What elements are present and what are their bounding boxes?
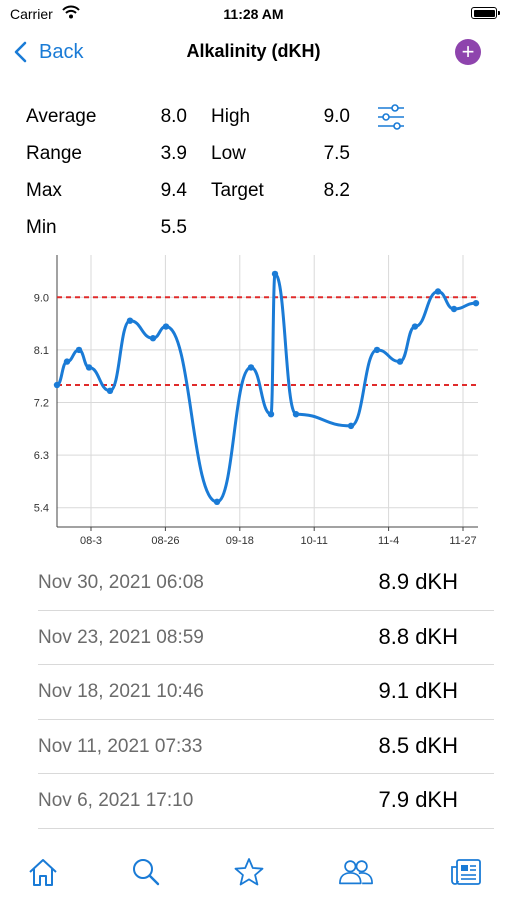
high-label: High (211, 106, 251, 127)
entry-date: Nov 18, 2021 10:46 (38, 681, 204, 702)
data-point (347, 422, 355, 430)
x-tick-label: 08-26 (151, 535, 179, 547)
status-time: 11:28 AM (223, 6, 284, 22)
page-title: Alkalinity (dKH) (186, 41, 321, 61)
add-button[interactable]: + (455, 39, 481, 65)
people-icon (339, 860, 373, 885)
y-tick-label: 8.1 (34, 345, 49, 357)
list-item[interactable]: Nov 23, 2021 08:59 8.8 dKH (38, 611, 494, 665)
tab-news[interactable] (448, 854, 484, 890)
data-point (126, 317, 134, 324)
battery-icon (471, 7, 500, 19)
min-value: 5.5 (160, 217, 187, 238)
y-tick-label: 6.3 (34, 450, 49, 462)
list-item[interactable]: Nov 18, 2021 10:46 9.1 dKH (38, 665, 494, 720)
y-tick-label: 5.4 (34, 503, 49, 515)
y-tick-label: 9.0 (34, 292, 49, 304)
data-point (396, 358, 404, 365)
data-point (373, 346, 381, 354)
low-label: Low (211, 143, 246, 164)
stats-summary: Average 8.0 High 9.0 Range 3.9 Low 7.5 M… (0, 100, 507, 250)
tab-home[interactable] (25, 854, 61, 890)
average-value: 8.0 (160, 106, 187, 127)
data-point (106, 387, 114, 395)
data-point (450, 305, 458, 313)
data-point (271, 270, 279, 278)
entry-date: Nov 11, 2021 07:33 (38, 735, 203, 757)
entry-value: 8.9 dKH (378, 569, 459, 594)
target-label: Target (211, 180, 264, 201)
max-value: 9.4 (160, 180, 187, 201)
list-item[interactable]: Nov 30, 2021 06:08 8.9 dKH (38, 556, 494, 611)
y-tick-label: 7.2 (34, 398, 49, 410)
data-point (85, 364, 93, 371)
entry-date: Nov 23, 2021 08:59 (38, 626, 204, 648)
star-icon (234, 858, 264, 886)
data-point (53, 381, 61, 389)
entry-date: Nov 30, 2021 06:08 (38, 572, 204, 593)
data-point (267, 410, 275, 418)
range-value: 3.9 (160, 143, 187, 164)
x-tick-label: 09-18 (226, 535, 254, 547)
tab-search[interactable] (128, 854, 164, 890)
data-point (292, 410, 300, 418)
entry-date: Nov 6, 2021 17:10 (38, 790, 194, 811)
news-icon (451, 859, 481, 885)
data-point (162, 323, 170, 330)
tab-favorites[interactable] (231, 854, 267, 890)
max-label: Max (26, 180, 62, 201)
range-label: Range (26, 143, 82, 164)
filter-sliders-icon[interactable] (377, 104, 405, 130)
entries-list: Nov 30, 2021 06:08 8.9 dKH Nov 23, 2021 … (38, 556, 494, 829)
data-point (63, 358, 71, 365)
data-point (411, 323, 419, 330)
entry-value: 7.9 dKH (378, 787, 459, 812)
data-point (472, 299, 480, 307)
nav-bar: Back Alkalinity (dKH) + (0, 30, 507, 74)
alkalinity-line-chart: 9.0 8.1 7.2 6.3 5.4 08-3 08-26 09-18 10-11 11-4 11… (34, 255, 480, 547)
search-icon (133, 859, 160, 886)
tab-community[interactable] (338, 854, 374, 890)
high-value: 9.0 (323, 106, 350, 127)
data-point (149, 335, 157, 342)
x-tick-label: 10-11 (301, 535, 328, 547)
x-tick-label: 08-3 (80, 535, 102, 547)
x-tick-label: 11-27 (449, 535, 476, 547)
status-bar: Carrier 11:28 AM (0, 0, 507, 30)
low-value: 7.5 (323, 143, 350, 164)
tab-bar (0, 840, 507, 900)
data-point (247, 364, 255, 371)
entry-value: 8.5 dKH (378, 732, 459, 758)
list-item[interactable]: Nov 11, 2021 07:33 8.5 dKH (38, 720, 494, 774)
data-point (434, 288, 442, 295)
series-line (56, 272, 477, 504)
data-point (213, 498, 221, 506)
home-icon (29, 859, 57, 886)
average-label: Average (26, 106, 97, 127)
min-label: Min (26, 217, 57, 238)
data-point (75, 346, 83, 354)
entry-value: 8.8 dKH (378, 623, 459, 649)
entry-value: 9.1 dKH (378, 678, 459, 703)
target-value: 8.2 (323, 180, 350, 201)
plus-icon: + (461, 39, 475, 64)
list-item[interactable]: Nov 6, 2021 17:10 7.9 dKH (38, 774, 494, 829)
x-tick-label: 11-4 (378, 535, 399, 547)
